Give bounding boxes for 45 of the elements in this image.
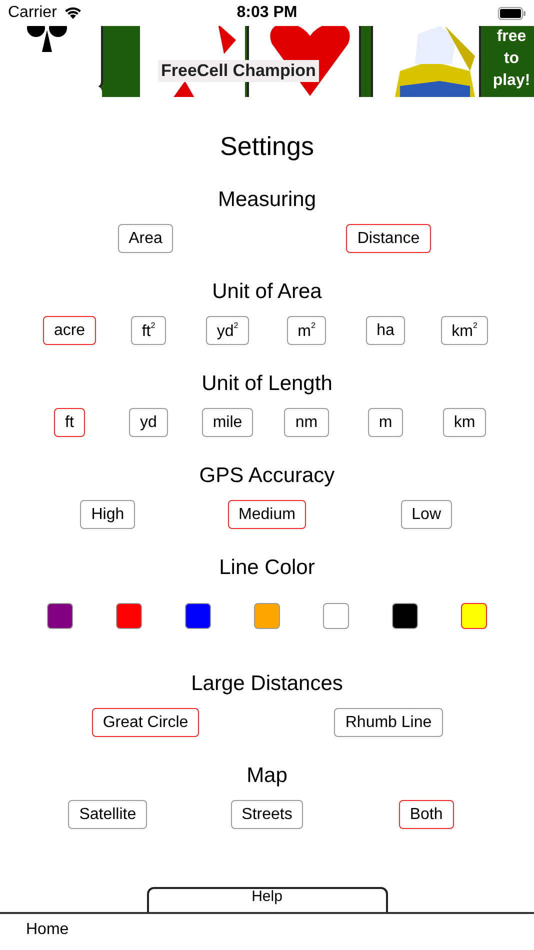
color-swatch[interactable] — [46, 603, 73, 629]
page-title: Settings — [220, 131, 314, 161]
section-heading: Line Color — [219, 555, 315, 581]
section-heading: GPS Accuracy — [199, 463, 335, 489]
option-button[interactable]: ft — [54, 408, 85, 437]
option-button[interactable]: km$^{2}$ — [440, 316, 488, 345]
color-swatch[interactable] — [392, 603, 418, 629]
option-button[interactable]: Rhumb Line — [334, 708, 443, 737]
color-swatch[interactable] — [116, 603, 142, 629]
option-button[interactable]: acre — [42, 316, 96, 345]
option-button[interactable]: m$^{2}$ — [286, 316, 326, 345]
option-button[interactable]: ha — [366, 316, 406, 345]
color-swatch[interactable] — [461, 603, 488, 629]
option-button[interactable]: Area — [118, 224, 174, 253]
section-heading: Unit of Length — [202, 371, 332, 397]
help-button[interactable]: Help — [146, 887, 388, 912]
option-button[interactable]: yd — [129, 408, 168, 437]
battery-icon — [498, 6, 526, 20]
option-button[interactable]: Distance — [346, 224, 431, 253]
option-button[interactable]: Great Circle — [92, 708, 200, 737]
option-button[interactable]: yd$^{2}$ — [206, 316, 250, 345]
clock-time: 8:03 PM — [236, 4, 298, 22]
option-button[interactable]: ft$^{2}$ — [130, 316, 166, 345]
tab-item[interactable]: Home — [26, 914, 69, 946]
section-heading: Large Distances — [191, 671, 343, 697]
color-swatch[interactable] — [254, 603, 280, 629]
option-button[interactable]: mile — [202, 408, 254, 437]
section-heading: Map — [246, 763, 288, 789]
section-heading: Unit of Area — [212, 279, 322, 305]
wifi-icon — [62, 6, 83, 20]
section-heading: Measuring — [218, 187, 316, 213]
option-button[interactable]: Low — [400, 500, 452, 529]
ad-headline: FreeCell Champion — [158, 60, 319, 82]
option-button[interactable]: Both — [398, 800, 454, 829]
option-button[interactable]: km — [442, 408, 486, 437]
option-button[interactable]: nm — [284, 408, 329, 437]
color-swatch[interactable] — [184, 603, 211, 629]
carrier-label: Carrier — [8, 4, 57, 22]
ad-tagline: free to play! — [492, 27, 532, 91]
color-swatch[interactable] — [323, 603, 350, 629]
option-button[interactable]: Satellite — [68, 800, 148, 829]
option-button[interactable]: High — [80, 500, 136, 529]
option-button[interactable]: Medium — [228, 500, 306, 529]
option-button[interactable]: m — [368, 408, 404, 437]
option-button[interactable]: Streets — [230, 800, 304, 829]
